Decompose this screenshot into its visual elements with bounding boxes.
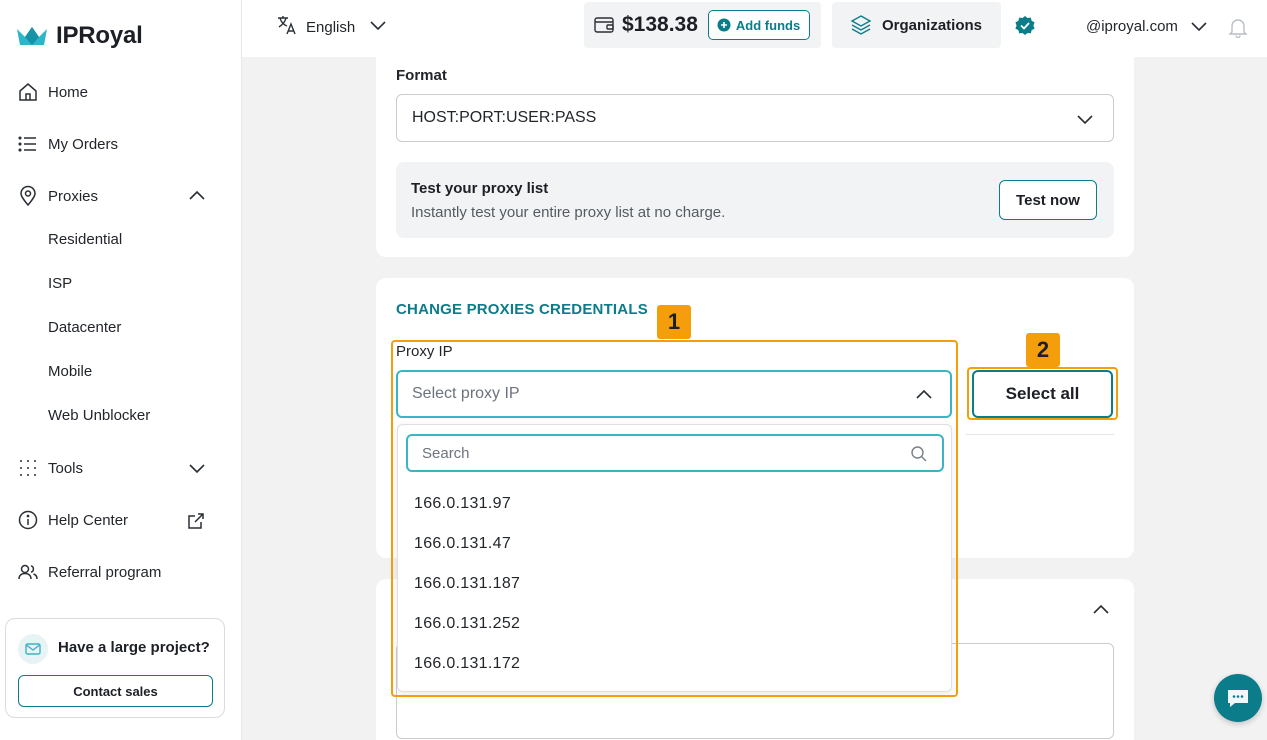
sidebar-subitem-residential[interactable]: Residential: [48, 231, 122, 248]
grid-dots-icon: [16, 456, 40, 480]
chevron-down-icon: [188, 459, 206, 482]
home-icon: [16, 80, 40, 104]
sidebar-item-label: Home: [48, 83, 89, 101]
translate-icon: [276, 14, 298, 40]
sidebar-subitem-isp[interactable]: ISP: [48, 275, 72, 292]
sidebar-item-label: My Orders: [48, 135, 119, 153]
sidebar-item-label: Referral program: [48, 563, 162, 581]
section-title: CHANGE PROXIES CREDENTIALS: [396, 301, 648, 318]
chevron-up-icon[interactable]: [1091, 600, 1111, 620]
sidebar-item-tools[interactable]: Tools: [16, 453, 226, 483]
chevron-down-icon: [1075, 109, 1095, 129]
account-menu[interactable]: @iproyal.com: [1086, 17, 1208, 35]
external-link-icon: [186, 511, 206, 536]
mail-icon: [18, 634, 48, 664]
sidebar-subitem-web-unblocker[interactable]: Web Unblocker: [48, 407, 150, 424]
sidebar-item-label: Proxies: [48, 187, 99, 205]
sidebar-item-label: Tools: [48, 459, 84, 477]
chat-button[interactable]: [1214, 674, 1262, 722]
language-selector[interactable]: English: [276, 14, 387, 40]
annotation-box-1: [391, 340, 958, 697]
format-label: Format: [396, 67, 447, 84]
format-select[interactable]: HOST:PORT:USER:PASS: [396, 94, 1114, 142]
chevron-down-icon: [369, 16, 387, 38]
users-icon: [16, 560, 40, 584]
sidebar-item-my-orders[interactable]: My Orders: [16, 129, 226, 159]
balance-amount: $138.38: [622, 13, 698, 36]
test-proxy-panel: Test your proxy list Instantly test your…: [396, 162, 1114, 238]
top-bar: English $138.38 Add funds Organizations …: [242, 0, 1267, 57]
plus-circle-icon: [717, 18, 731, 32]
chevron-down-icon: [1190, 17, 1208, 35]
promo-title: Have a large project?: [58, 639, 210, 656]
list-icon: [16, 132, 40, 156]
sidebar-item-label: Help Center: [48, 511, 129, 529]
annotation-badge-2: 2: [1026, 333, 1060, 367]
contact-sales-button[interactable]: Contact sales: [18, 675, 213, 707]
test-panel-subtitle: Instantly test your entire proxy list at…: [411, 204, 726, 221]
chevron-up-icon: [188, 187, 206, 210]
location-pin-icon: [16, 184, 40, 208]
layers-icon: [850, 14, 872, 36]
sidebar-item-referral-program[interactable]: Referral program: [16, 557, 226, 587]
language-label: English: [306, 18, 356, 36]
test-now-button[interactable]: Test now: [999, 180, 1097, 220]
verified-badge-icon: [1014, 15, 1036, 42]
annotation-badge-1: 1: [657, 305, 691, 339]
organizations-button[interactable]: Organizations: [832, 2, 1001, 48]
format-value: HOST:PORT:USER:PASS: [412, 109, 597, 126]
divider: [966, 434, 1114, 435]
sidebar-subitem-datacenter[interactable]: Datacenter: [48, 319, 121, 336]
add-funds-label: Add funds: [735, 17, 801, 33]
add-funds-button[interactable]: Add funds: [707, 10, 811, 40]
large-project-card: Have a large project? Contact sales: [5, 618, 225, 718]
annotation-box-2: [967, 367, 1118, 420]
sidebar-item-home[interactable]: Home: [16, 77, 226, 107]
sidebar-item-help-center[interactable]: Help Center: [16, 505, 226, 535]
account-email: @iproyal.com: [1086, 17, 1178, 35]
bell-icon[interactable]: [1227, 16, 1249, 43]
info-icon: [16, 508, 40, 532]
sidebar: IPRoyal Home My Orders Proxies Residenti…: [0, 0, 242, 740]
chat-icon: [1226, 687, 1250, 709]
sidebar-item-proxies[interactable]: Proxies: [16, 181, 226, 211]
sidebar-subitem-mobile[interactable]: Mobile: [48, 363, 92, 380]
balance-panel: $138.38 Add funds: [584, 2, 821, 48]
logo[interactable]: IPRoyal: [16, 22, 143, 50]
wallet-icon: [594, 16, 614, 34]
organizations-label: Organizations: [882, 16, 983, 34]
test-panel-title: Test your proxy list: [411, 180, 549, 197]
brand-name: IPRoyal: [56, 22, 143, 49]
crown-logo-icon: [17, 27, 47, 45]
